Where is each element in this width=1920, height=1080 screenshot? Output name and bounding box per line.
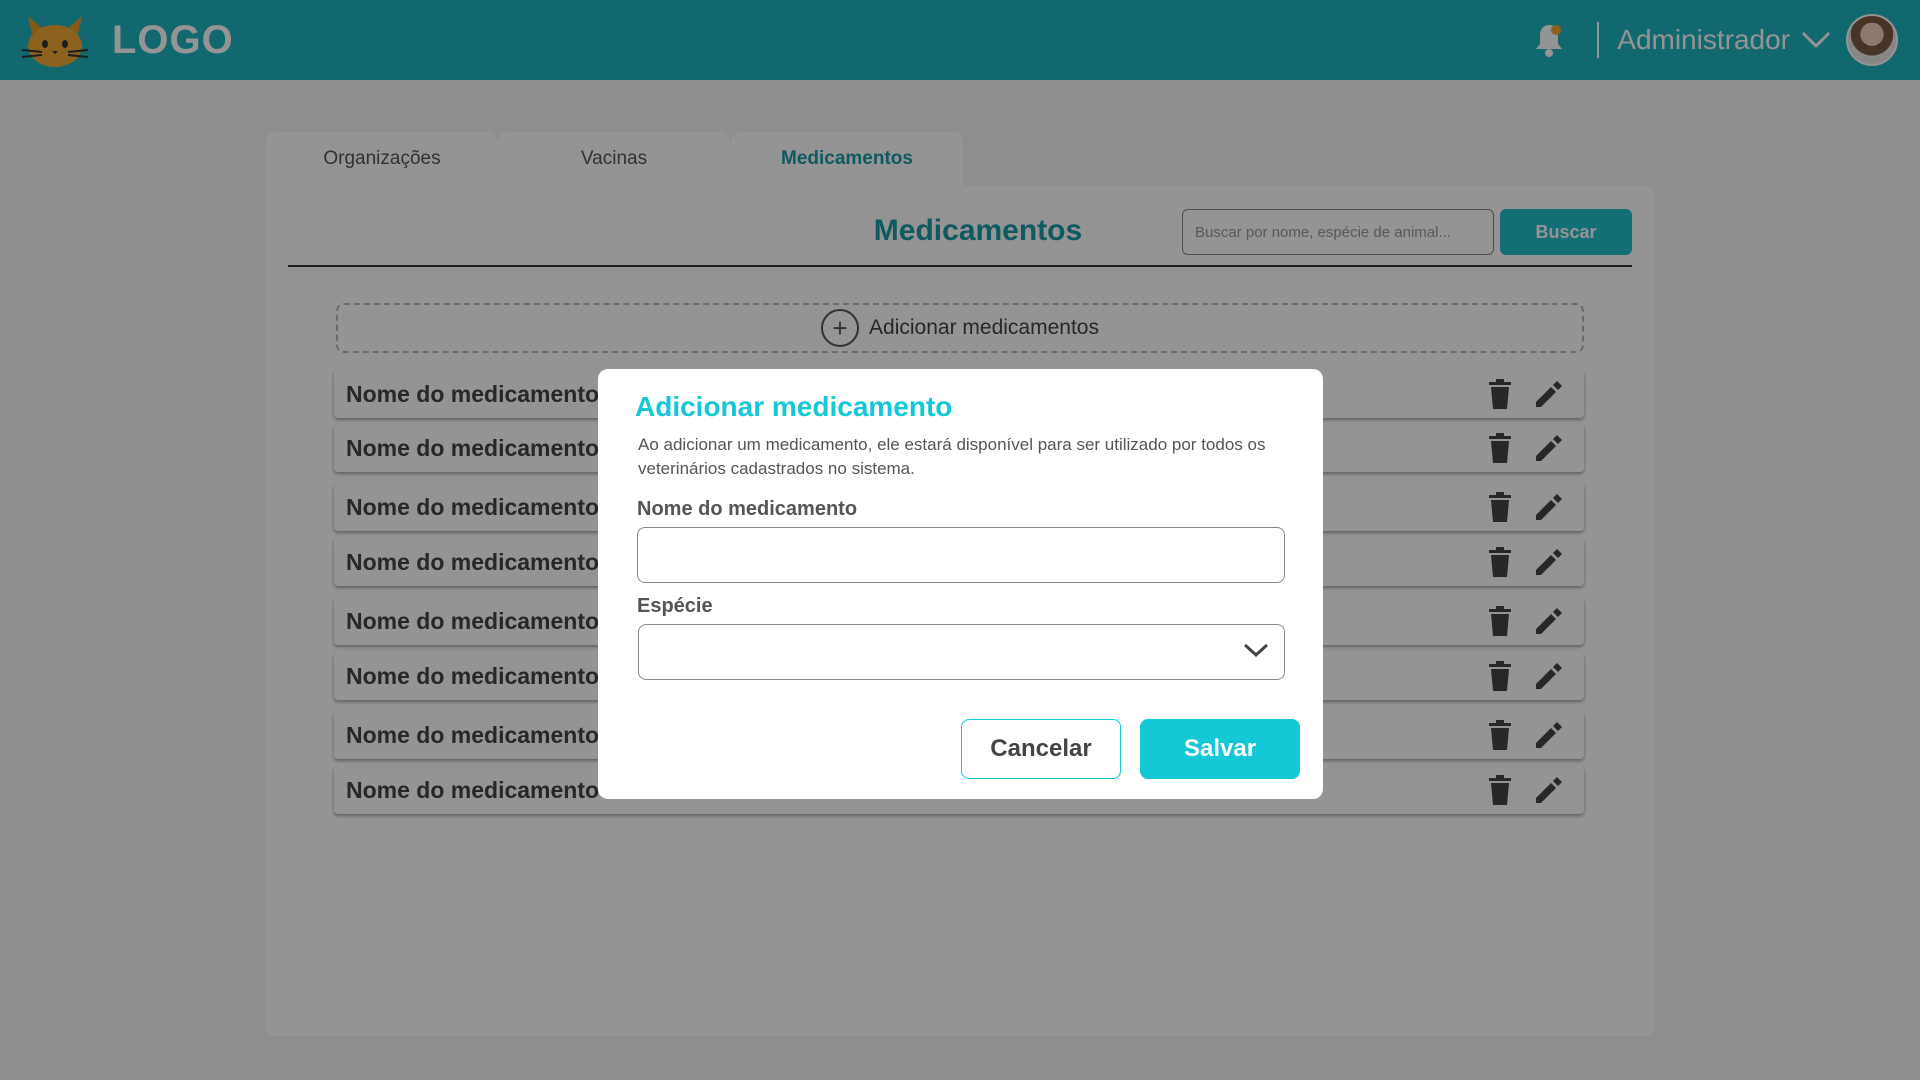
dialog-title: Adicionar medicamento (635, 391, 953, 422)
species-label: Espécie (637, 595, 713, 617)
species-select[interactable] (638, 624, 1285, 680)
chevron-down-icon (1242, 640, 1270, 665)
cancel-button[interactable]: Cancelar (961, 719, 1121, 779)
save-button[interactable]: Salvar (1140, 719, 1300, 779)
medication-name-field[interactable] (637, 527, 1285, 583)
add-medication-dialog: Adicionar medicamento Ao adicionar um me… (598, 369, 1323, 799)
medication-name-label: Nome do medicamento (637, 498, 858, 520)
dialog-description: Ao adicionar um medicamento, ele estará … (638, 435, 1266, 478)
